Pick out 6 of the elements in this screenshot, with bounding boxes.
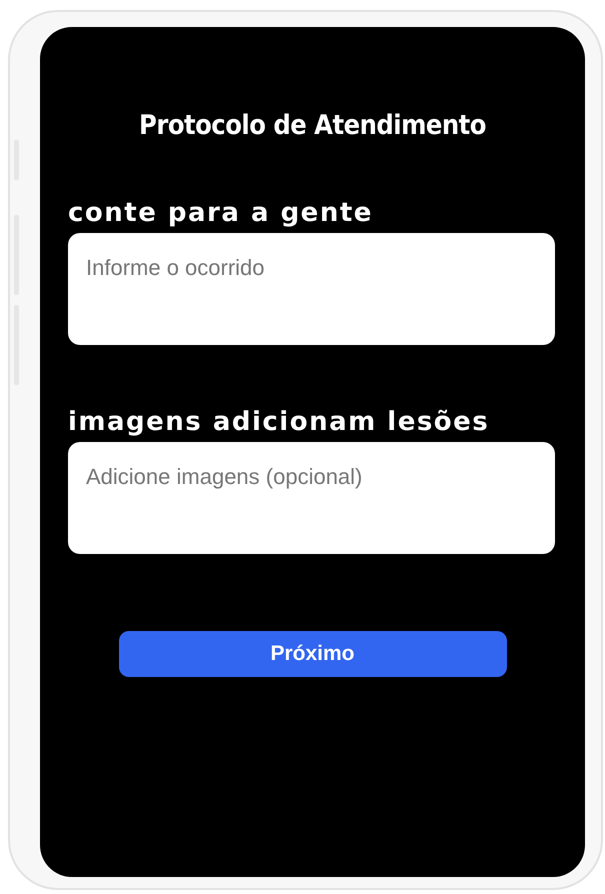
screen-title: Protocolo de Atendimento (138, 109, 487, 143)
next-button[interactable]: Próximo (118, 631, 506, 677)
text-area[interactable]: Informe o ocorrido (68, 233, 555, 345)
field-label: imagens adicionam lesões (68, 406, 490, 438)
text-area[interactable]: Adicione imagens (opcional) (68, 442, 555, 554)
field-label: conte para a gente (68, 197, 374, 229)
